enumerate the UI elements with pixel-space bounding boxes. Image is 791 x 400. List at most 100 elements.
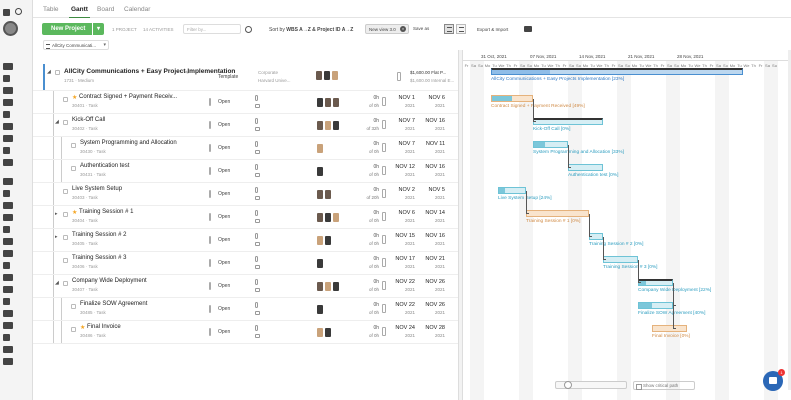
task-title[interactable]: Final Invoice: [87, 324, 121, 330]
expand-icon[interactable]: ▸: [55, 234, 58, 240]
tab-table[interactable]: Table: [43, 6, 59, 13]
avatar[interactable]: [317, 98, 323, 107]
edit-icon[interactable]: ✎: [185, 70, 189, 76]
comment-icon[interactable]: [255, 242, 260, 246]
task-title[interactable]: Live System Setup: [72, 186, 122, 192]
paperclip-icon[interactable]: [255, 118, 258, 124]
table-row[interactable]: Training Session # 3 30406 · Task Open 0h of…: [33, 252, 458, 275]
paperclip-icon[interactable]: [255, 141, 258, 147]
end-date[interactable]: NOV 16: [423, 118, 445, 124]
status-label[interactable]: Open: [218, 237, 230, 243]
row-checkbox[interactable]: [63, 235, 68, 240]
comment-icon[interactable]: [255, 127, 260, 131]
nav-menu-icon[interactable]: [3, 147, 10, 154]
task-title[interactable]: Authentication test: [80, 163, 129, 169]
gantt-bar[interactable]: [638, 279, 673, 286]
gantt-bar[interactable]: [491, 68, 743, 75]
gantt-bar[interactable]: [491, 95, 533, 102]
collapse-icon[interactable]: ◢: [55, 119, 59, 125]
tab-board[interactable]: Board: [97, 6, 114, 13]
end-date[interactable]: NOV 5: [423, 187, 445, 193]
slider-handle[interactable]: [564, 381, 572, 389]
nav-menu-icon[interactable]: [3, 310, 13, 317]
nav-menu-icon[interactable]: [3, 111, 10, 118]
nav-menu-icon[interactable]: [3, 322, 13, 329]
end-date[interactable]: NOV 14: [423, 210, 445, 216]
table-row[interactable]: Live System Setup 30403 · Task Open 0h of 20…: [33, 183, 458, 206]
task-title[interactable]: System Programming and Allocation: [80, 140, 177, 146]
list-view-button[interactable]: [456, 24, 466, 34]
status-label[interactable]: Open: [218, 329, 230, 335]
gantt-bar[interactable]: [638, 302, 673, 309]
task-title[interactable]: Kick-Off Call: [72, 117, 105, 123]
start-date[interactable]: NOV 22: [393, 279, 415, 285]
task-title[interactable]: Training Session # 2: [72, 232, 126, 238]
table-row[interactable]: Finalize SOW Agreement 30485 · Task Open 0h…: [33, 298, 458, 321]
collapse-icon[interactable]: ◢: [55, 280, 59, 286]
project-select[interactable]: AllCity Communicati... ▾: [43, 40, 109, 50]
task-title[interactable]: Contract Signed + Payment Receiv...: [79, 94, 177, 100]
avatar[interactable]: [325, 282, 331, 291]
end-date[interactable]: NOV 16: [423, 164, 445, 170]
row-checkbox[interactable]: [63, 258, 68, 263]
status-label[interactable]: Open: [218, 214, 230, 220]
table-row[interactable]: ★ Final Invoice 30486 · Task Open 0h of 0h NOV…: [33, 321, 458, 344]
avatar[interactable]: [317, 213, 323, 222]
start-date[interactable]: NOV 2: [393, 187, 415, 193]
comment-icon[interactable]: [255, 288, 260, 292]
nav-menu-icon[interactable]: [3, 75, 10, 82]
nav-menu-icon[interactable]: [3, 214, 13, 221]
chat-button[interactable]: 1: [763, 369, 785, 391]
paperclip-icon[interactable]: [255, 95, 258, 101]
collapse-icon[interactable]: ◢: [47, 69, 51, 75]
paperclip-icon[interactable]: [255, 164, 258, 170]
status-label[interactable]: Open: [218, 99, 230, 105]
row-checkbox[interactable]: [71, 304, 76, 309]
start-date[interactable]: NOV 17: [393, 256, 415, 262]
table-row[interactable]: ▸ ★ Training Session # 1 30404 · Task Open 0h…: [33, 206, 458, 229]
avatar[interactable]: [332, 71, 338, 80]
avatar[interactable]: [317, 167, 323, 176]
comment-icon[interactable]: [255, 173, 260, 177]
table-row[interactable]: ★ Contract Signed + Payment Receiv... 3040…: [33, 91, 458, 114]
nav-menu-icon[interactable]: [3, 286, 13, 293]
avatar[interactable]: [325, 213, 331, 222]
status-label[interactable]: Open: [218, 122, 230, 128]
row-checkbox[interactable]: [71, 143, 76, 148]
avatar[interactable]: [324, 71, 330, 80]
avatar[interactable]: [325, 98, 331, 107]
avatar[interactable]: [333, 213, 339, 222]
split-view-button[interactable]: [444, 24, 454, 34]
task-title[interactable]: Training Session # 1: [79, 209, 133, 215]
avatar[interactable]: [333, 98, 339, 107]
avatar[interactable]: [325, 190, 331, 199]
user-avatar[interactable]: [3, 21, 18, 36]
gantt-bar[interactable]: [603, 256, 638, 263]
nav-menu-icon[interactable]: [3, 250, 13, 257]
row-checkbox[interactable]: [63, 189, 68, 194]
nav-menu-icon[interactable]: [3, 298, 10, 305]
star-icon[interactable]: ★: [80, 324, 85, 331]
nav-menu-icon[interactable]: [3, 99, 13, 106]
start-date[interactable]: NOV 12: [393, 164, 415, 170]
nav-menu-icon[interactable]: [3, 123, 13, 130]
start-date[interactable]: NOV 24: [393, 325, 415, 331]
avatar[interactable]: [317, 259, 323, 268]
expand-icon[interactable]: ▸: [55, 211, 58, 217]
gantt-bar[interactable]: [533, 141, 568, 148]
close-icon[interactable]: ×: [400, 26, 406, 32]
nav-menu-icon[interactable]: [3, 262, 10, 269]
paperclip-icon[interactable]: [255, 210, 258, 216]
end-date[interactable]: NOV 6: [423, 95, 445, 101]
table-row[interactable]: ▸ Training Session # 2 30405 · Task Open 0h o…: [33, 229, 458, 252]
star-icon[interactable]: ★: [72, 209, 77, 216]
avatar[interactable]: [325, 121, 331, 130]
nav-menu-icon[interactable]: [3, 63, 13, 70]
status-label[interactable]: Open: [218, 145, 230, 151]
avatar[interactable]: [317, 236, 323, 245]
row-checkbox[interactable]: [71, 327, 76, 332]
gantt-bar[interactable]: [526, 210, 589, 217]
status-label[interactable]: Open: [218, 168, 230, 174]
end-date[interactable]: NOV 21: [423, 256, 445, 262]
start-date[interactable]: NOV 6: [393, 210, 415, 216]
